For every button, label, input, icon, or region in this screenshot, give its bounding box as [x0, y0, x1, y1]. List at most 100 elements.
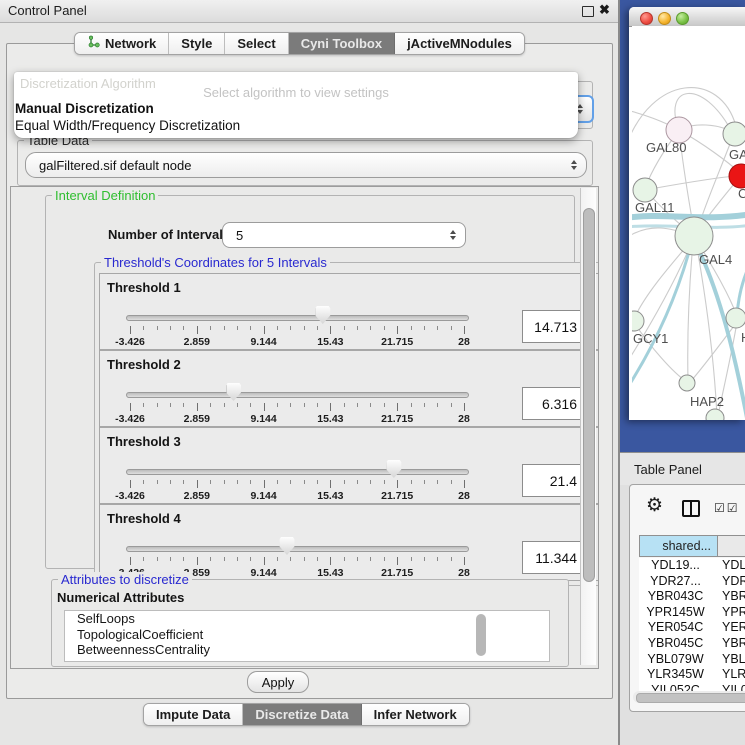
split-columns-icon[interactable]: [682, 500, 700, 517]
network-node-ga[interactable]: [723, 122, 745, 146]
tab-discretize-data[interactable]: Discretize Data: [243, 704, 361, 725]
cell-name[interactable]: YDL1: [712, 558, 745, 574]
threshold-slider[interactable]: -3.4262.8599.14415.4321.71528: [126, 379, 469, 425]
table-rows: YDL19...YDL1YDR27...YDR2YBR043CYBR0YPR14…: [639, 558, 745, 691]
algorithm-placeholder: Select algorithm to view settings: [14, 85, 578, 100]
cell-name[interactable]: YBR0: [712, 636, 745, 652]
algorithm-option-manual[interactable]: Manual Discretization: [15, 101, 154, 116]
network-node-gal4[interactable]: [675, 217, 713, 255]
zoom-traffic-light[interactable]: [676, 12, 689, 25]
gear-icon[interactable]: ⚙: [646, 494, 663, 517]
table-horizontal-scrollbar[interactable]: [633, 691, 745, 703]
tab-jactivemnodules[interactable]: jActiveMNodules: [395, 33, 524, 54]
table-data-combobox[interactable]: galFiltered.sif default node: [25, 152, 587, 178]
cell-name[interactable]: YDR2: [712, 574, 745, 590]
cell-shared-name[interactable]: YBR043C: [639, 589, 712, 605]
interval-definition-group: Interval Definition Number of Intervals …: [45, 195, 575, 569]
cell-shared-name[interactable]: YER054C: [639, 620, 712, 636]
thresholds-group-label: Threshold's Coordinates for 5 Intervals: [101, 255, 330, 270]
cell-shared-name[interactable]: YBR045C: [639, 636, 712, 652]
top-tab-bar: Network Style SelectCyni ToolboxjActiveMNo…: [74, 32, 525, 55]
network-node-hap2[interactable]: [679, 375, 695, 391]
cell-shared-name[interactable]: YPR145W: [639, 605, 712, 621]
network-node[interactable]: [706, 409, 724, 420]
algorithm-option-equal-width[interactable]: Equal Width/Frequency Discretization: [15, 118, 240, 133]
number-of-intervals-combobox[interactable]: 5: [222, 222, 466, 248]
table-row[interactable]: YBR045CYBR0: [639, 636, 745, 652]
table-row[interactable]: YLR345WYLR3: [639, 667, 745, 683]
scrollbar-thumb[interactable]: [583, 208, 595, 582]
tick-label: 15.43: [317, 413, 343, 425]
attributes-group-label: Attributes to discretize: [58, 572, 192, 587]
slider-thumb[interactable]: [386, 460, 401, 478]
cell-name[interactable]: YPR1: [712, 605, 745, 621]
threshold-panel-4: Threshold 4-3.4262.8599.14415.4321.71528…: [99, 504, 599, 581]
network-node-c[interactable]: [729, 164, 745, 188]
cell-shared-name[interactable]: YLR345W: [639, 667, 712, 683]
network-window: GAL80GACGAL11GAL4GCY1HHAP2: [629, 7, 745, 420]
algorithm-dropdown-popup: Discretization Algorithm Select algorith…: [14, 72, 578, 138]
table-row[interactable]: YIL052CYIL0: [639, 683, 745, 691]
checkbox-icons[interactable]: ☑☑: [714, 501, 740, 515]
network-canvas[interactable]: GAL80GACGAL11GAL4GCY1HHAP2: [632, 26, 745, 420]
node-label: C: [738, 186, 745, 201]
cell-shared-name[interactable]: YIL052C: [639, 683, 712, 691]
list-scrollbar-thumb[interactable]: [476, 614, 486, 656]
column-header-name[interactable]: n...: [718, 535, 745, 557]
table-data-selected: galFiltered.sif default node: [26, 158, 191, 173]
network-node-gcy1[interactable]: [632, 311, 644, 331]
threshold-slider[interactable]: -3.4262.8599.14415.4321.71528: [126, 456, 469, 502]
threshold-value-field[interactable]: 21.4: [522, 464, 585, 497]
slider-thumb[interactable]: [226, 383, 241, 401]
tab-cyni-toolbox[interactable]: Cyni Toolbox: [289, 33, 395, 54]
tab-style[interactable]: Style: [169, 33, 225, 54]
numerical-attributes-list[interactable]: SelfLoopsTopologicalCoefficientBetweenne…: [64, 610, 550, 662]
scrollbar-thumb[interactable]: [636, 693, 745, 703]
slider-thumb[interactable]: [315, 306, 330, 324]
combo-stepper-icon: [571, 160, 577, 170]
table-row[interactable]: YDL19...YDL1: [639, 558, 745, 574]
threshold-value-field[interactable]: 14.713: [522, 310, 585, 343]
table-row[interactable]: YBL079WYBL0: [639, 652, 745, 668]
tab-select[interactable]: Select: [225, 33, 288, 54]
interval-definition-label: Interval Definition: [52, 188, 158, 203]
apply-button[interactable]: Apply: [247, 671, 309, 693]
cell-shared-name[interactable]: YBL079W: [639, 652, 712, 668]
table-row[interactable]: YDR27...YDR2: [639, 574, 745, 590]
tick-label: 28: [458, 336, 470, 348]
column-header-shared[interactable]: shared...: [639, 535, 718, 557]
cell-name[interactable]: YBR0: [712, 589, 745, 605]
cell-shared-name[interactable]: YDL19...: [639, 558, 712, 574]
threshold-value-field[interactable]: 11.344: [522, 541, 585, 574]
close-traffic-light[interactable]: [640, 12, 653, 25]
table-row[interactable]: YPR145WYPR1: [639, 605, 745, 621]
tab-label: Style: [181, 33, 212, 54]
network-node-gal11[interactable]: [633, 178, 657, 202]
tab-label: Infer Network: [374, 704, 457, 725]
tick-label: 9.144: [250, 567, 276, 579]
minimize-traffic-light[interactable]: [658, 12, 671, 25]
close-icon[interactable]: ✖: [599, 2, 610, 18]
tick-label: 15.43: [317, 336, 343, 348]
node-label: GA: [729, 147, 745, 162]
network-node-h[interactable]: [726, 308, 745, 328]
tab-impute-data[interactable]: Impute Data: [144, 704, 243, 725]
threshold-slider[interactable]: -3.4262.8599.14415.4321.71528: [126, 302, 469, 348]
tab-infer-network[interactable]: Infer Network: [362, 704, 469, 725]
cell-name[interactable]: YBL0: [712, 652, 745, 668]
slider-thumb[interactable]: [279, 537, 294, 555]
threshold-value-field[interactable]: 6.316: [522, 387, 585, 420]
table-row[interactable]: YER054CYER0: [639, 620, 745, 636]
threshold-label: Threshold 1: [107, 280, 181, 295]
float-window-icon[interactable]: [582, 6, 594, 17]
table-row[interactable]: YBR043CYBR0: [639, 589, 745, 605]
tick-label: 28: [458, 490, 470, 502]
network-window-titlebar[interactable]: [629, 7, 745, 27]
tab-network[interactable]: Network: [75, 33, 169, 54]
cell-name[interactable]: YER0: [712, 620, 745, 636]
settings-vertical-scrollbar[interactable]: [580, 188, 596, 665]
cell-shared-name[interactable]: YDR27...: [639, 574, 712, 590]
cell-name[interactable]: YLR3: [712, 667, 745, 683]
cell-name[interactable]: YIL0: [712, 683, 745, 691]
threshold-panel-3: Threshold 3-3.4262.8599.14415.4321.71528…: [99, 427, 599, 504]
